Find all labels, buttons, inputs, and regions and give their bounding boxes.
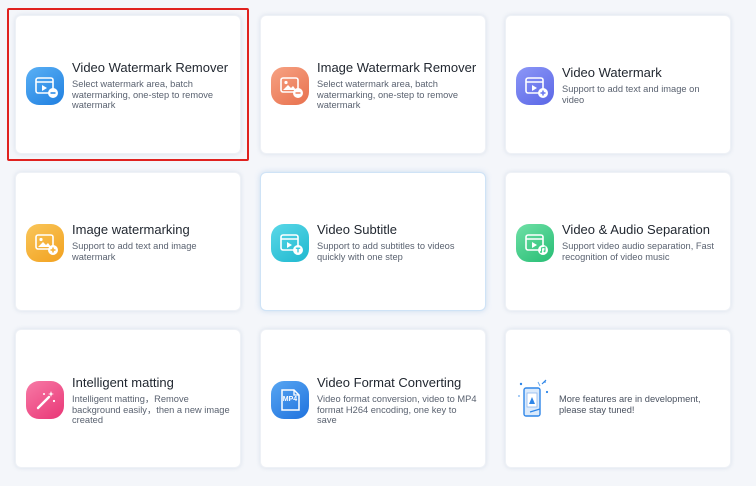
coming-soon-text: More features are in development, please… [559,394,701,415]
rocket-phone-icon [516,378,552,422]
card-image-watermarking[interactable]: Image watermarking Support to add text a… [15,172,241,311]
card-title: Video Format Converting [317,375,462,390]
card-video-format-converting[interactable]: MP4 Video Format Converting Video format… [260,329,486,468]
card-description: Support to add text and image on video [562,84,700,105]
card-description: Support to add subtitles to videos quick… [317,241,455,262]
card-video-audio-separation[interactable]: Video & Audio Separation Support video a… [505,172,731,311]
card-title: Image Watermark Remover [317,60,477,75]
magic-wand-icon [26,381,64,419]
card-image-watermark-remover[interactable]: Image Watermark Remover Select watermark… [260,15,486,154]
card-coming-soon: More features are in development, please… [505,329,731,468]
image-add-icon [26,224,64,262]
card-video-watermark[interactable]: Video Watermark Support to add text and … [505,15,731,154]
video-eraser-icon [26,67,64,105]
card-description: Video format conversion, video to MP4 fo… [317,394,477,425]
card-description: Select watermark area, batch watermarkin… [72,79,214,110]
card-title: Image watermarking [72,222,190,237]
card-description: Intelligent matting，Remove background ea… [72,394,230,425]
video-audio-icon [516,224,554,262]
card-description: Support to add text and image watermark [72,241,197,262]
card-title: Intelligent matting [72,375,174,390]
card-description: Support video audio separation, Fast rec… [562,241,714,262]
mp4-file-icon: MP4 [271,381,309,419]
card-title: Video Watermark Remover [72,60,229,75]
card-intelligent-matting[interactable]: Intelligent matting Intelligent matting，… [15,329,241,468]
card-title: Video & Audio Separation [562,222,710,237]
video-add-icon [516,67,554,105]
card-video-watermark-remover[interactable]: Video Watermark Remover Select watermark… [15,15,241,154]
image-eraser-icon [271,67,309,105]
card-title: Video Subtitle [317,222,397,237]
card-title: Video Watermark [562,65,662,80]
card-video-subtitle[interactable]: Video Subtitle Support to add subtitles … [260,172,486,311]
card-description: Select watermark area, batch watermarkin… [317,79,459,110]
mp4-label: MP4 [282,396,298,403]
video-text-icon [271,224,309,262]
